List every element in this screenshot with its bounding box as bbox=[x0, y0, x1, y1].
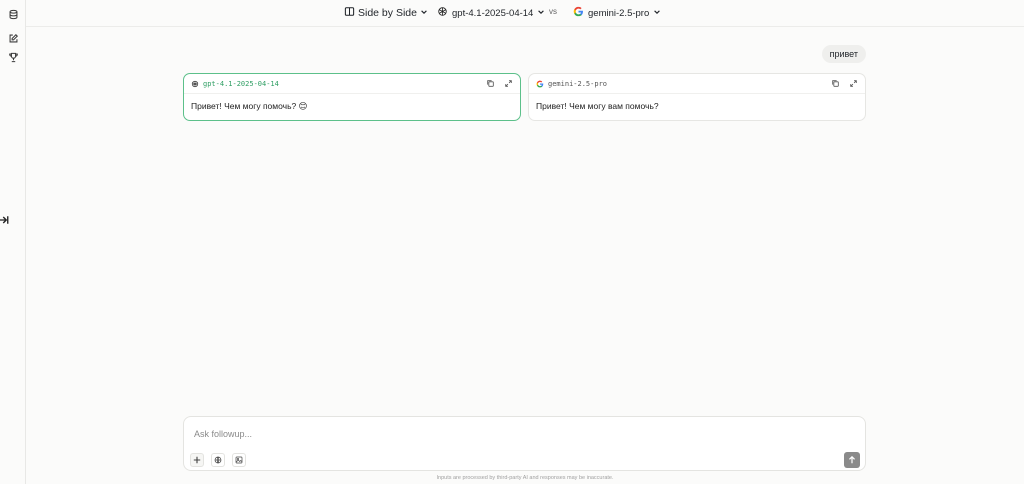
mode-selector[interactable]: Side by Side bbox=[344, 5, 428, 21]
user-message: привет bbox=[821, 45, 866, 63]
model-b-name: gemini-2.5-pro bbox=[588, 7, 650, 19]
send-button[interactable] bbox=[844, 452, 860, 468]
card-header: gpt-4.1-2025-04-14 bbox=[184, 74, 520, 94]
left-rail bbox=[0, 0, 26, 484]
openai-icon bbox=[437, 6, 448, 20]
sidebar-toggle-icon[interactable] bbox=[0, 214, 10, 226]
trophy-icon[interactable] bbox=[6, 50, 20, 64]
chevron-down-icon bbox=[537, 8, 545, 19]
response-text: Привет! Чем могу вам помочь? bbox=[536, 101, 659, 111]
globe-icon[interactable] bbox=[211, 453, 225, 467]
layout-icon bbox=[344, 6, 355, 20]
model-a-name: gpt-4.1-2025-04-14 bbox=[452, 7, 534, 19]
response-card-a[interactable]: gpt-4.1-2025-04-14 Привет! Чем могу помо… bbox=[183, 73, 521, 121]
followup-input[interactable] bbox=[194, 427, 794, 441]
copy-icon[interactable] bbox=[831, 79, 840, 88]
arrow-up-icon bbox=[849, 456, 855, 464]
card-model-name: gpt-4.1-2025-04-14 bbox=[203, 79, 279, 88]
card-header: gemini-2.5-pro bbox=[529, 74, 865, 94]
card-model-name: gemini-2.5-pro bbox=[548, 79, 608, 88]
google-icon bbox=[536, 77, 544, 91]
google-icon bbox=[573, 6, 584, 20]
composer bbox=[183, 416, 866, 471]
disclaimer: Inputs are processed by third-party AI a… bbox=[436, 475, 614, 481]
openai-icon bbox=[191, 77, 199, 91]
copy-icon[interactable] bbox=[486, 79, 495, 88]
chevron-down-icon bbox=[420, 7, 428, 19]
model-a-selector[interactable]: gpt-4.1-2025-04-14 bbox=[437, 5, 545, 21]
chevron-down-icon bbox=[653, 8, 661, 19]
expand-icon[interactable] bbox=[504, 79, 513, 88]
mode-label: Side by Side bbox=[358, 7, 417, 19]
response-text: Привет! Чем могу помочь? 😊 bbox=[191, 101, 308, 111]
expand-icon[interactable] bbox=[849, 79, 858, 88]
model-b-selector[interactable]: gemini-2.5-pro bbox=[573, 5, 661, 21]
plus-icon[interactable] bbox=[190, 453, 204, 467]
response-card-b[interactable]: gemini-2.5-pro Привет! Чем могу вам помо… bbox=[528, 73, 866, 121]
edit-icon[interactable] bbox=[6, 31, 20, 45]
vs-label: vs bbox=[549, 7, 557, 16]
database-icon[interactable] bbox=[6, 7, 20, 21]
image-icon[interactable] bbox=[232, 453, 246, 467]
